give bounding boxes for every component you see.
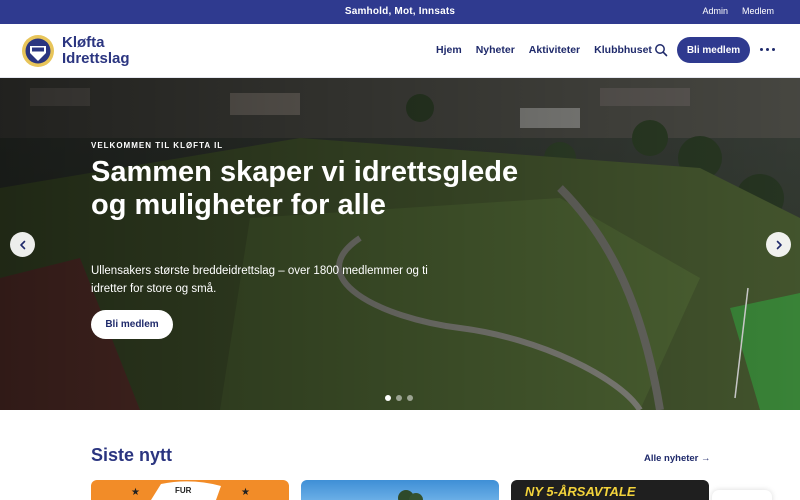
top-links: Admin Medlem [702, 6, 774, 16]
all-news-link[interactable]: Alle nyheter → [644, 453, 711, 464]
nav-home[interactable]: Hjem [436, 44, 462, 56]
chevron-left-icon [19, 240, 25, 249]
news-card-1-image: FUR ★ ★ [131, 481, 250, 500]
site-header: Kløfta Idrettslag Hjem Nyheter Aktivitet… [0, 24, 800, 78]
dot-icon [772, 48, 775, 51]
chevron-right-icon [776, 240, 782, 249]
hero-eyebrow: VELKOMMEN TIL KLØFTA IL [91, 141, 224, 150]
hero-headline: Sammen skaper vi idrettsglede og mulighe… [91, 156, 519, 221]
club-slogan: Samhold, Mot, Innsats [344, 6, 456, 17]
dot-icon [760, 48, 763, 51]
nav-news[interactable]: Nyheter [476, 44, 515, 56]
nav-activities[interactable]: Aktiviteter [529, 44, 580, 56]
brand-name[interactable]: Kløfta Idrettslag [62, 35, 130, 67]
chat-widget[interactable] [712, 490, 772, 500]
news-card-2[interactable] [301, 480, 499, 500]
news-card-2-image [398, 490, 423, 500]
news-card-3-text: NY 5-ÅRSAVTALE [525, 484, 636, 499]
next-slide-button[interactable] [766, 232, 791, 257]
top-bar: Samhold, Mot, Innsats Admin Medlem [0, 0, 800, 24]
brand-line-1: Kløfta [62, 34, 105, 51]
hero-background-image [0, 78, 800, 410]
main-nav: Hjem Nyheter Aktiviteter Klubbhuset [436, 44, 652, 56]
admin-link[interactable]: Admin [702, 6, 728, 16]
search-icon[interactable] [654, 43, 668, 57]
news-section-title: Siste nytt [91, 445, 173, 465]
nav-clubhouse[interactable]: Klubbhuset [594, 44, 652, 56]
slide-indicator [385, 395, 413, 401]
slide-dot-1[interactable] [385, 395, 391, 401]
dot-icon [766, 48, 769, 51]
news-card-3-image: NY 5-ÅRSAVTALE [525, 484, 636, 499]
svg-text:★: ★ [241, 487, 250, 498]
news-card-1-text: FUR [175, 486, 192, 495]
hero-slider: VELKOMMEN TIL KLØFTA IL Sammen skaper vi… [0, 78, 800, 410]
club-crest-logo[interactable] [21, 34, 55, 68]
hero-subtitle: Ullensakers største breddeidrettslag – o… [91, 265, 428, 295]
previous-slide-button[interactable] [10, 232, 35, 257]
slide-dot-3[interactable] [407, 395, 413, 401]
more-dots-icon[interactable] [760, 48, 775, 51]
hero-join-button[interactable]: Bli medlem [91, 310, 173, 339]
svg-text:★: ★ [131, 487, 140, 498]
news-card-3[interactable]: NY 5-ÅRSAVTALE [511, 480, 709, 500]
slide-dot-2[interactable] [396, 395, 402, 401]
brand-line-2: Idrettslag [62, 50, 130, 67]
news-card-1[interactable]: FUR ★ ★ [91, 480, 289, 500]
member-link[interactable]: Medlem [742, 6, 774, 16]
join-button[interactable]: Bli medlem [677, 37, 750, 63]
